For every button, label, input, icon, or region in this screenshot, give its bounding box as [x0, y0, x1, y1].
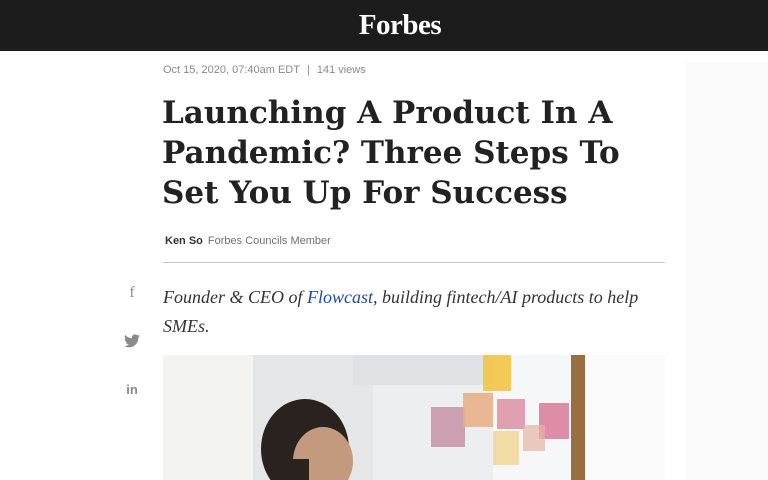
facebook-share-icon[interactable]: f	[122, 284, 142, 302]
article-meta: Oct 15, 2020, 07:40am EDT | 141 views	[163, 64, 366, 76]
article-title: Launching A Product In A Pandemic? Three…	[162, 95, 620, 211]
right-column	[686, 62, 768, 480]
meta-separator: |	[306, 64, 310, 76]
view-count: 141 views	[316, 64, 366, 76]
bio-prefix: Founder & CEO of	[163, 287, 307, 307]
author-bio: Founder & CEO of Flowcast, building fint…	[163, 283, 673, 341]
company-link[interactable]: Flowcast	[307, 287, 373, 307]
author-name[interactable]: Ken So	[165, 235, 203, 247]
publish-date: Oct 15, 2020, 07:40am EDT	[163, 64, 300, 76]
hero-image	[163, 355, 665, 480]
forbes-logo[interactable]: Forbes	[359, 9, 442, 42]
byline: Ken So Forbes Councils Member	[165, 235, 331, 247]
author-role: Forbes Councils Member	[207, 235, 331, 247]
top-navigation-bar: Forbes	[0, 0, 768, 51]
twitter-share-icon[interactable]	[122, 334, 142, 353]
linkedin-share-icon[interactable]: in	[122, 382, 142, 397]
divider	[163, 262, 665, 263]
hero-photo-woman-sticky-notes	[163, 355, 665, 480]
twitter-bird-icon	[124, 334, 140, 348]
